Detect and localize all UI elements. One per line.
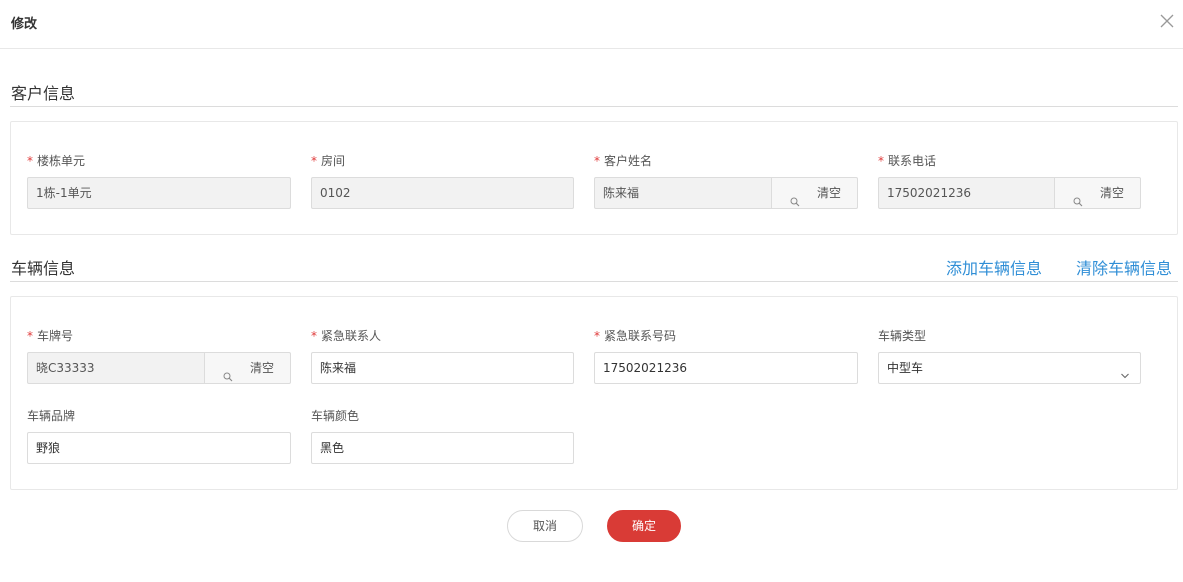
customer-name-clear-button[interactable]: 清空 (771, 177, 858, 209)
add-vehicle-link[interactable]: 添加车辆信息 (946, 255, 1042, 279)
room-input[interactable]: 0102 (311, 177, 574, 209)
chevron-down-icon (1120, 362, 1130, 379)
emergency-phone-input[interactable]: 17502021236 (594, 352, 858, 384)
customer-name-clear-label: 清空 (817, 186, 842, 200)
customer-name-label: * 客户姓名 (594, 154, 653, 168)
confirm-button[interactable]: 确定 (607, 510, 681, 542)
customer-name-input[interactable]: 陈来福 (594, 177, 771, 209)
dialog-header: 修改 (0, 0, 1183, 49)
cancel-button[interactable]: 取消 (507, 510, 583, 542)
customer-phone-input[interactable]: 17502021236 (878, 177, 1054, 209)
customer-phone-label: * 联系电话 (878, 154, 937, 168)
plate-clear-label: 清空 (250, 361, 275, 375)
emergency-contact-label: * 紧急联系人 (311, 329, 382, 343)
vehicle-brand-label: 车辆品牌 (27, 409, 76, 423)
vehicle-color-input[interactable]: 黑色 (311, 432, 574, 464)
building-input[interactable]: 1栋-1单元 (27, 177, 291, 209)
search-icon (223, 363, 233, 382)
room-label: * 房间 (311, 154, 346, 168)
customer-section-title: 客户信息 (11, 84, 76, 103)
building-label: * 楼栋单元 (27, 154, 86, 168)
vehicle-brand-input[interactable]: 野狼 (27, 432, 291, 464)
plate-input[interactable]: 晓C33333 (27, 352, 204, 384)
vehicle-type-label: 车辆类型 (878, 329, 927, 343)
vehicle-type-value: 中型车 (887, 361, 924, 375)
emergency-contact-input[interactable]: 陈来福 (311, 352, 574, 384)
close-icon[interactable] (1159, 13, 1175, 29)
search-icon (790, 188, 800, 207)
customer-panel: * 楼栋单元 1栋-1单元 * 房间 0102 * 客户姓名 陈来福 清空 * 联系电话… (10, 121, 1178, 235)
vehicle-section-title: 车辆信息 (11, 259, 76, 278)
search-icon (1073, 188, 1083, 207)
plate-clear-button[interactable]: 清空 (204, 352, 291, 384)
vehicle-color-label: 车辆颜色 (311, 409, 360, 423)
clear-vehicle-link[interactable]: 清除车辆信息 (1076, 255, 1172, 279)
vehicle-section-divider (10, 281, 1178, 282)
vehicle-type-select[interactable]: 中型车 (878, 352, 1141, 384)
emergency-phone-label: * 紧急联系号码 (594, 329, 677, 343)
dialog-title: 修改 (11, 17, 38, 32)
customer-phone-clear-label: 清空 (1100, 186, 1125, 200)
customer-phone-clear-button[interactable]: 清空 (1054, 177, 1141, 209)
vehicle-panel: * 车牌号 晓C33333 清空 * 紧急联系人 陈来福 * 紧急联系号码 17502… (10, 296, 1178, 490)
plate-label: * 车牌号 (27, 329, 74, 343)
customer-section-divider (10, 106, 1178, 107)
